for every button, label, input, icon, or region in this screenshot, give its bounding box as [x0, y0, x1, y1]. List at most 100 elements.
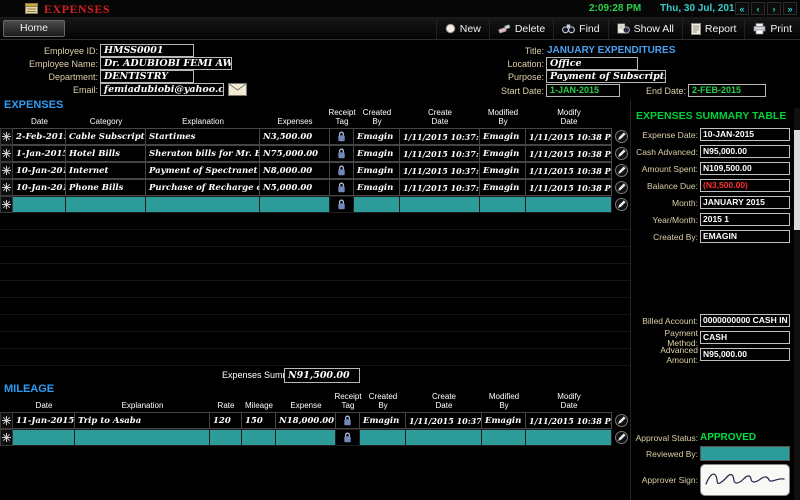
- column-header[interactable]: Date: [13, 396, 75, 412]
- table-cell[interactable]: [400, 196, 480, 213]
- print-button[interactable]: Print: [744, 18, 800, 39]
- table-cell[interactable]: 2-Feb-2015: [13, 128, 66, 145]
- table-cell[interactable]: 1/11/2015 10:37:17: [400, 128, 480, 145]
- table-cell[interactable]: Emagin: [354, 145, 400, 162]
- table-cell[interactable]: Emagin: [480, 179, 526, 196]
- field-value[interactable]: (N3,500.00): [700, 179, 790, 192]
- edit-record-button[interactable]: [615, 147, 628, 160]
- new-record-row[interactable]: [0, 429, 630, 446]
- table-cell[interactable]: [75, 429, 210, 446]
- field-value[interactable]: 2015 1: [700, 213, 790, 226]
- table-cell[interactable]: Emagin: [354, 128, 400, 145]
- table-cell[interactable]: 11-Jan-2015: [13, 412, 75, 429]
- column-header[interactable]: Modified By: [480, 112, 526, 128]
- mail-icon[interactable]: [228, 83, 247, 96]
- table-cell[interactable]: 1/11/2015 10:37:17: [400, 179, 480, 196]
- home-button[interactable]: Home: [3, 20, 65, 37]
- column-header[interactable]: Expense: [276, 396, 336, 412]
- column-header[interactable]: Receipt Tag: [330, 112, 354, 128]
- table-cell[interactable]: 1/11/2015 10:38 PM: [526, 412, 612, 429]
- table-cell[interactable]: Purchase of Recharge card for the: [146, 179, 260, 196]
- nav-first-button[interactable]: «: [735, 2, 749, 15]
- report-button[interactable]: Report: [682, 18, 745, 39]
- table-cell[interactable]: 1/11/2015 10:38 PM: [526, 128, 612, 145]
- field-value[interactable]: EMAGIN: [700, 230, 790, 243]
- table-cell[interactable]: Cable Subscription: [66, 128, 146, 145]
- field-value[interactable]: N109,500.00: [700, 162, 790, 175]
- email-value[interactable]: femiadubiobi@yahoo.co.uk: [100, 83, 224, 96]
- edit-record-button[interactable]: [615, 130, 628, 143]
- table-cell[interactable]: 120: [210, 412, 242, 429]
- table-cell[interactable]: [210, 429, 242, 446]
- row-selector[interactable]: [0, 429, 13, 446]
- table-cell[interactable]: Hotel Bills: [66, 145, 146, 162]
- field-value[interactable]: N95,000.00: [700, 348, 790, 361]
- table-cell[interactable]: 1/11/2015 10:38 PM: [526, 162, 612, 179]
- table-cell[interactable]: N75,000.00: [260, 145, 330, 162]
- receipt-tag-cell[interactable]: [330, 196, 354, 213]
- column-header[interactable]: Created By: [354, 112, 400, 128]
- table-cell[interactable]: Emagin: [480, 162, 526, 179]
- start-date-value[interactable]: 1-JAN-2015: [546, 84, 620, 97]
- edit-record-button[interactable]: [615, 164, 628, 177]
- table-cell[interactable]: Sheraton bills for Mr. Biju: [146, 145, 260, 162]
- table-cell[interactable]: [406, 429, 482, 446]
- location-value[interactable]: Office: [546, 57, 638, 70]
- table-cell[interactable]: Emagin: [480, 128, 526, 145]
- column-header[interactable]: Explanation: [75, 396, 210, 412]
- table-cell[interactable]: [482, 429, 526, 446]
- nav-next-button[interactable]: ›: [767, 2, 781, 15]
- row-selector[interactable]: [0, 196, 13, 213]
- row-selector[interactable]: [0, 412, 13, 429]
- employee-id-value[interactable]: HMSS0001: [100, 44, 194, 57]
- row-selector[interactable]: [0, 145, 13, 162]
- new-button[interactable]: New: [436, 18, 489, 39]
- field-value[interactable]: CASH: [700, 331, 790, 344]
- new-record-row[interactable]: [0, 196, 630, 213]
- table-cell[interactable]: [146, 196, 260, 213]
- column-header[interactable]: Create Date: [400, 112, 480, 128]
- table-cell[interactable]: [360, 429, 406, 446]
- row-selector[interactable]: [0, 162, 13, 179]
- table-cell[interactable]: Emagin: [360, 412, 406, 429]
- receipt-tag-cell[interactable]: [330, 162, 354, 179]
- column-header[interactable]: Date: [13, 112, 66, 128]
- table-cell[interactable]: 1/11/2015 10:38 PM: [526, 179, 612, 196]
- edit-record-button[interactable]: [615, 181, 628, 194]
- table-cell[interactable]: Startimes: [146, 128, 260, 145]
- table-cell[interactable]: N18,000.00: [276, 412, 336, 429]
- table-cell[interactable]: 1/11/2015 10:38 PM: [526, 145, 612, 162]
- table-cell[interactable]: 150: [242, 412, 276, 429]
- nav-last-button[interactable]: »: [783, 2, 797, 15]
- receipt-tag-cell[interactable]: [330, 128, 354, 145]
- table-cell[interactable]: Trip to Asaba: [75, 412, 210, 429]
- table-cell[interactable]: N8,000.00: [260, 162, 330, 179]
- column-header[interactable]: Modify Date: [526, 112, 612, 128]
- edit-record-button[interactable]: [615, 414, 628, 427]
- vertical-scrollbar[interactable]: [794, 108, 800, 500]
- table-cell[interactable]: [276, 429, 336, 446]
- table-cell[interactable]: Emagin: [354, 179, 400, 196]
- title-value[interactable]: JANUARY EXPENDITURES: [547, 45, 675, 56]
- table-cell[interactable]: [66, 196, 146, 213]
- table-cell[interactable]: 1/11/2015 10:37:17: [406, 412, 482, 429]
- show-all-button[interactable]: Show All: [608, 18, 682, 39]
- field-value[interactable]: 10-JAN-2015: [700, 128, 790, 141]
- table-cell[interactable]: [526, 429, 612, 446]
- column-header[interactable]: Receipt Tag: [336, 396, 360, 412]
- receipt-tag-cell[interactable]: [336, 412, 360, 429]
- table-cell[interactable]: 1/11/2015 10:37:17: [400, 145, 480, 162]
- column-header[interactable]: Explanation: [146, 112, 260, 128]
- row-selector[interactable]: [0, 179, 13, 196]
- table-cell[interactable]: 10-Jan-2015: [13, 179, 66, 196]
- table-cell[interactable]: N5,000.00: [260, 179, 330, 196]
- table-cell[interactable]: Emagin: [482, 412, 526, 429]
- table-cell[interactable]: 10-Jan-2015: [13, 162, 66, 179]
- receipt-tag-cell[interactable]: [330, 145, 354, 162]
- receipt-tag-cell[interactable]: [330, 179, 354, 196]
- field-value[interactable]: 0000000000 CASH IN: [700, 314, 790, 327]
- nav-prev-button[interactable]: ‹: [751, 2, 765, 15]
- end-date-value[interactable]: 2-FEB-2015: [688, 84, 766, 97]
- expenses-summary-value[interactable]: N91,500.00: [284, 368, 360, 383]
- column-header[interactable]: Create Date: [406, 396, 482, 412]
